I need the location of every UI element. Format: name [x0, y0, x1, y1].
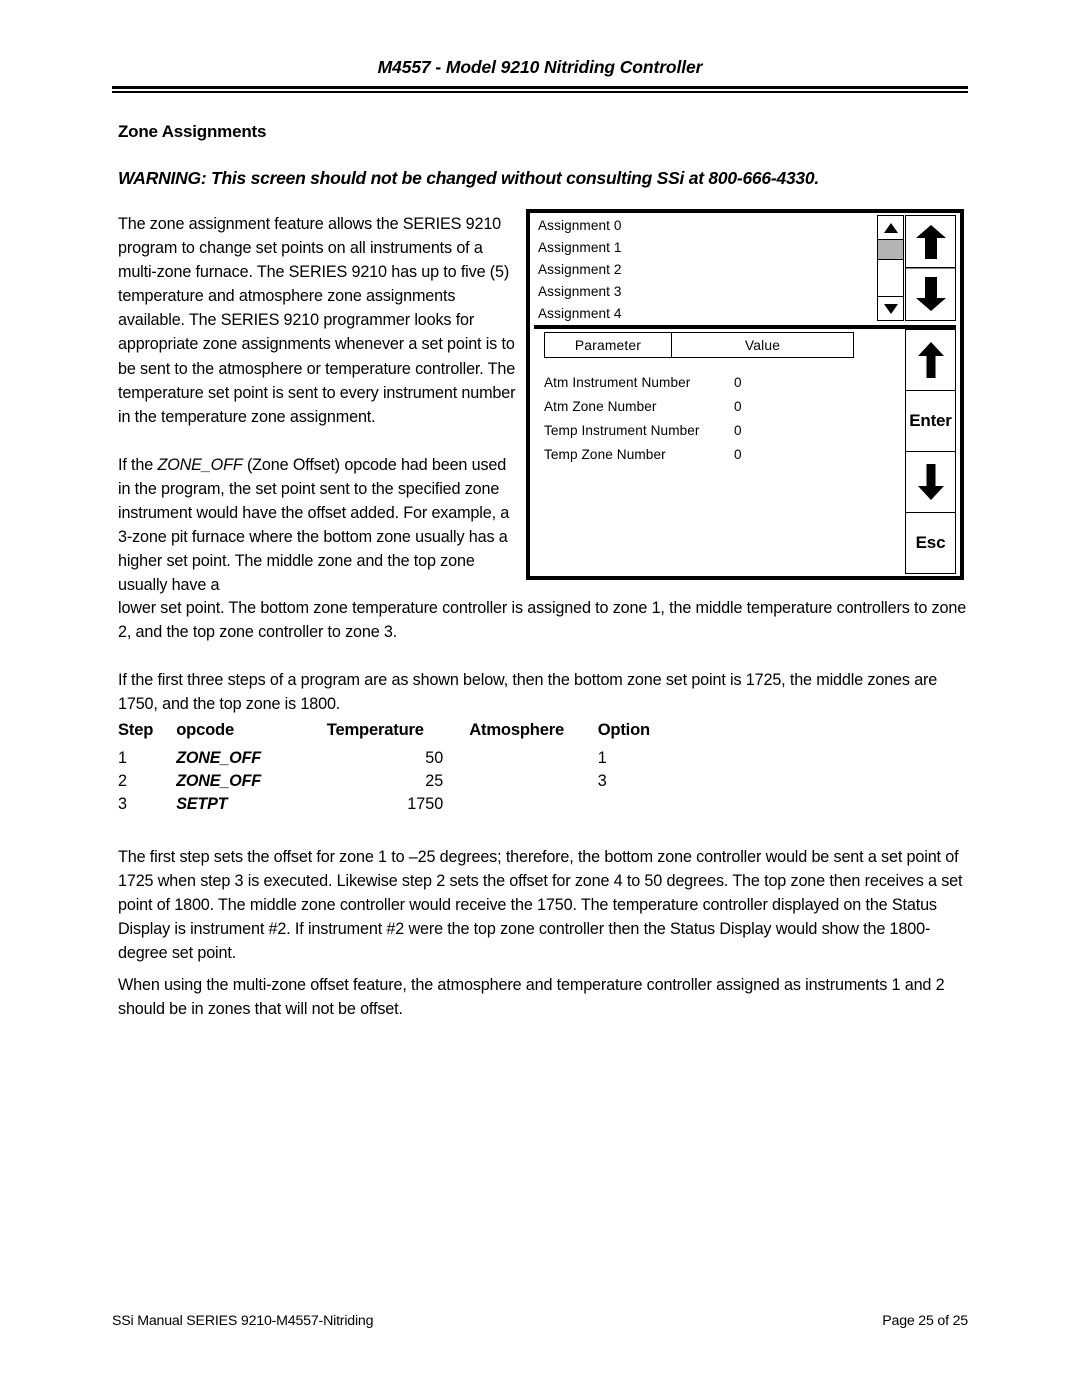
- cell-option: 1: [597, 749, 607, 767]
- parameter-value[interactable]: 0: [734, 375, 794, 390]
- list-down-key[interactable]: [906, 268, 955, 319]
- paragraph-intro: The zone assignment feature allows the S…: [118, 215, 516, 426]
- list-up-key[interactable]: [906, 216, 955, 268]
- step-table-body: 1 ZONE_OFF 50 1 2 ZONE_OFF 25 3 3 SETPT …: [118, 747, 678, 816]
- table-row: 1 ZONE_OFF 50 1: [118, 747, 678, 770]
- scroll-down-button[interactable]: [878, 296, 903, 320]
- enter-key[interactable]: Enter: [906, 391, 955, 452]
- footer-manual-id: SSi Manual SERIES 9210-M4557-Nitriding: [112, 1313, 374, 1329]
- cell-step: 3: [118, 795, 128, 813]
- table-row: 3 SETPT 1750: [118, 793, 678, 816]
- final-paragraph-block: When using the multi-zone offset feature…: [118, 973, 970, 1021]
- cell-temperature: 25: [425, 772, 444, 790]
- explanation-paragraph-block: The first step sets the offset for zone …: [118, 845, 970, 965]
- column-header-opcode: opcode: [176, 720, 235, 739]
- down-key[interactable]: [906, 452, 955, 513]
- assignment-list[interactable]: Assignment 0 Assignment 1 Assignment 2 A…: [534, 215, 875, 325]
- cell-atmosphere: [469, 747, 597, 770]
- header-rule-thin: [112, 91, 968, 93]
- paragraph-zone-order: lower set point. The bottom zone tempera…: [118, 599, 967, 642]
- step-table-header-row: Step opcode Temperature Atmosphere Optio…: [118, 720, 678, 747]
- program-step-table: Step opcode Temperature Atmosphere Optio…: [118, 720, 678, 816]
- cell-temperature: 1750: [407, 795, 444, 813]
- running-header: M4557 - Model 9210 Nitriding Controller: [112, 57, 968, 77]
- header-title: M4557 - Model 9210 Nitriding Controller: [377, 57, 703, 77]
- step-table-head: Step opcode Temperature Atmosphere Optio…: [118, 720, 678, 747]
- arrow-up-icon: [917, 342, 944, 378]
- arrow-down-icon: [917, 464, 944, 500]
- column-header-option: Option: [597, 720, 650, 739]
- controller-screen-figure: Assignment 0 Assignment 1 Assignment 2 A…: [526, 209, 964, 580]
- column-header-atmosphere: Atmosphere: [469, 720, 565, 739]
- scrollbar-thumb[interactable]: [878, 240, 903, 260]
- footer-page-number: Page 25 of 25: [882, 1313, 968, 1329]
- paragraph-example-intro: If the first three steps of a program ar…: [118, 671, 938, 714]
- enter-key-label: Enter: [909, 411, 952, 430]
- cell-option: [598, 793, 678, 816]
- wide-text-flow: lower set point. The bottom zone tempera…: [118, 596, 970, 716]
- paragraph-explanation: The first step sets the offset for zone …: [118, 848, 963, 963]
- scroll-up-button[interactable]: [878, 216, 903, 240]
- list-item[interactable]: Assignment 1: [534, 237, 875, 259]
- table-row[interactable]: Atm Zone Number 0: [544, 394, 864, 418]
- triangle-up-icon: [883, 222, 898, 233]
- left-text-column: The zone assignment feature allows the S…: [118, 212, 518, 597]
- parameter-name: Atm Instrument Number: [544, 374, 691, 390]
- panel-divider: [534, 325, 956, 329]
- control-keypad[interactable]: Enter Esc: [905, 329, 956, 574]
- zoneoff-opcode-name: ZONE_OFF: [157, 455, 243, 474]
- cell-atmosphere: [469, 770, 597, 793]
- zoneoff-post: (Zone Offset) opcode had been used in th…: [118, 455, 510, 595]
- parameter-column-header: Parameter: [545, 333, 672, 357]
- header-rule: [112, 86, 968, 93]
- up-key[interactable]: [906, 330, 955, 391]
- list-scrollbar[interactable]: [877, 215, 904, 321]
- parameter-table-body: Atm Instrument Number 0 Atm Zone Number …: [544, 370, 864, 466]
- list-item[interactable]: Assignment 4: [534, 303, 875, 325]
- esc-key-label: Esc: [915, 533, 946, 552]
- cell-opcode: ZONE_OFF: [176, 749, 261, 767]
- list-item[interactable]: Assignment 2: [534, 259, 875, 281]
- parameter-table-header: Parameter Value: [544, 332, 854, 358]
- list-item[interactable]: Assignment 3: [534, 281, 875, 303]
- section-heading: Zone Assignments: [118, 122, 267, 141]
- cell-step: 2: [118, 772, 128, 790]
- warning-notice: WARNING: This screen should not be chang…: [118, 168, 820, 188]
- cell-opcode: ZONE_OFF: [176, 772, 261, 790]
- cell-step: 1: [118, 749, 128, 767]
- triangle-down-icon: [883, 303, 898, 314]
- cell-option: 3: [597, 772, 607, 790]
- esc-key[interactable]: Esc: [906, 513, 955, 573]
- parameter-name: Temp Zone Number: [544, 446, 666, 462]
- arrow-up-icon: [915, 224, 946, 259]
- column-header-temperature: Temperature: [326, 720, 424, 739]
- list-item[interactable]: Assignment 0: [534, 215, 875, 237]
- list-navigation-keypad[interactable]: [905, 215, 956, 321]
- cell-opcode: SETPT: [176, 795, 228, 813]
- parameter-value[interactable]: 0: [734, 447, 794, 462]
- parameter-name: Atm Zone Number: [544, 398, 657, 414]
- value-column-header: Value: [744, 337, 781, 353]
- parameter-value[interactable]: 0: [734, 399, 794, 414]
- document-page: M4557 - Model 9210 Nitriding Controller …: [0, 0, 1080, 1397]
- parameter-value[interactable]: 0: [734, 423, 794, 438]
- page-footer: SSi Manual SERIES 9210-M4557-Nitriding P…: [112, 1313, 968, 1329]
- table-row[interactable]: Temp Zone Number 0: [544, 442, 864, 466]
- zoneoff-pre: If the: [118, 455, 158, 474]
- table-row[interactable]: Atm Instrument Number 0: [544, 370, 864, 394]
- paragraph-final-note: When using the multi-zone offset feature…: [118, 976, 945, 1019]
- cell-atmosphere: [469, 793, 597, 816]
- table-row[interactable]: Temp Instrument Number 0: [544, 418, 864, 442]
- controller-screen-inner: Assignment 0 Assignment 1 Assignment 2 A…: [530, 213, 960, 576]
- arrow-down-icon: [915, 277, 946, 311]
- paragraph-zoneoff: If the ZONE_OFF (Zone Offset) opcode had…: [118, 453, 518, 598]
- parameter-name: Temp Instrument Number: [544, 422, 700, 438]
- table-row: 2 ZONE_OFF 25 3: [118, 770, 678, 793]
- cell-temperature: 50: [425, 749, 444, 767]
- column-header-step: Step: [118, 720, 154, 739]
